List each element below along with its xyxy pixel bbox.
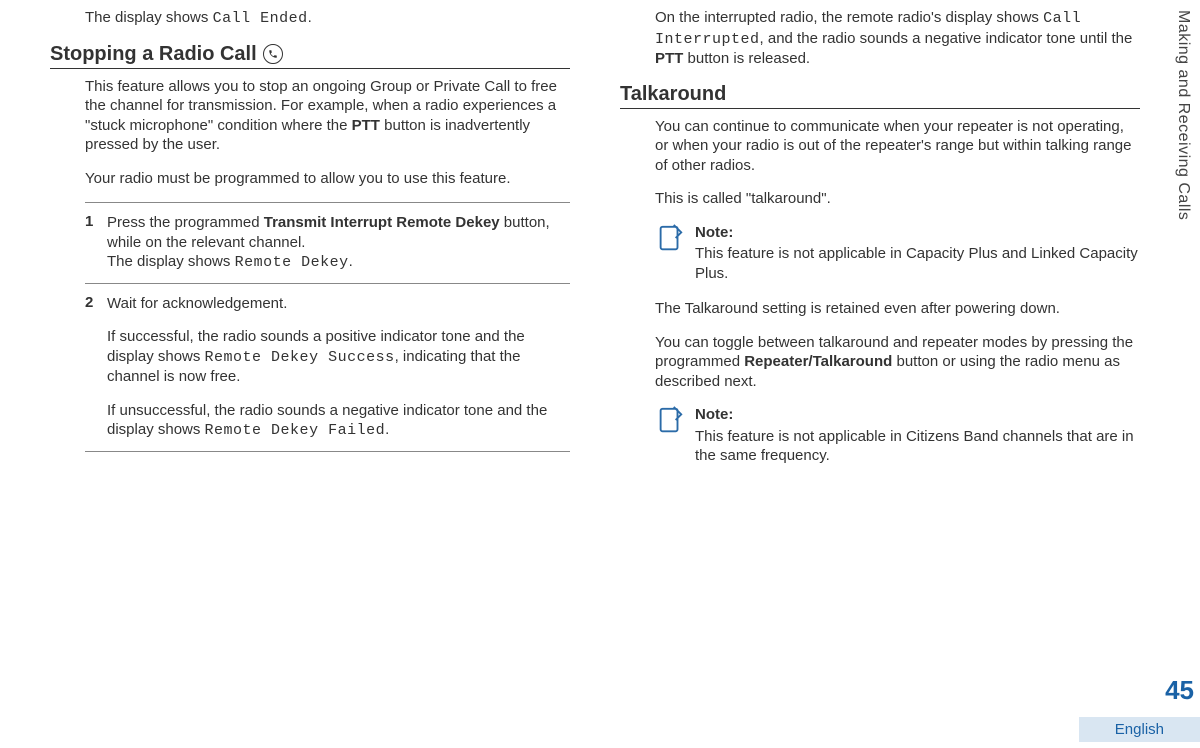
stop-para-1: This feature allows you to stop an ongoi… <box>50 77 570 155</box>
talkaround-para-3: The Talkaround setting is retained even … <box>620 299 1140 319</box>
display-call-ended: The display shows Call Ended. <box>50 8 570 29</box>
right-column: On the interrupted radio, the remote rad… <box>590 0 1160 748</box>
note-text: This feature is not applicable in Citize… <box>695 427 1140 466</box>
note-body: Note: This feature is not applicable in … <box>695 223 1140 286</box>
steps-list: 1 Press the programmed Transmit Interrup… <box>85 202 570 452</box>
stop-para-2: Your radio must be programmed to allow y… <box>50 169 570 189</box>
text: . <box>385 421 389 438</box>
side-tab-label: Making and Receiving Calls <box>1174 10 1192 220</box>
note-2: Note: This feature is not applicable in … <box>655 405 1140 468</box>
text: , and the radio sounds a negative indica… <box>760 30 1133 47</box>
note-label: Note: <box>695 405 1140 425</box>
text: . <box>308 9 312 26</box>
step-body: Wait for acknowledgement. If successful,… <box>107 294 570 441</box>
note-body: Note: This feature is not applicable in … <box>695 405 1140 468</box>
step-1: 1 Press the programmed Transmit Interrup… <box>85 202 570 283</box>
step-2-success: If successful, the radio sounds a positi… <box>107 327 570 387</box>
note-1: Note: This feature is not applicable in … <box>655 223 1140 286</box>
phone-icon <box>263 44 283 64</box>
bold-transmit-interrupt: Transmit Interrupt Remote Dekey <box>264 214 500 231</box>
step-2: 2 Wait for acknowledgement. If successfu… <box>85 283 570 452</box>
step-1-text: Press the programmed Transmit Interrupt … <box>107 213 570 273</box>
interrupted-radio-para: On the interrupted radio, the remote rad… <box>620 8 1140 69</box>
code-call-ended: Call Ended <box>213 10 308 27</box>
step-2-fail: If unsuccessful, the radio sounds a nega… <box>107 401 570 441</box>
step-number: 2 <box>85 294 107 441</box>
text: The display shows <box>85 9 213 26</box>
code-remote-dekey: Remote Dekey <box>235 254 349 271</box>
step-body: Press the programmed Transmit Interrupt … <box>107 213 570 273</box>
text: On the interrupted radio, the remote rad… <box>655 9 1043 26</box>
text: The display shows <box>107 253 235 270</box>
step-2-lead: Wait for acknowledgement. <box>107 294 570 314</box>
step-number: 1 <box>85 213 107 273</box>
heading-talkaround: Talkaround <box>620 83 1140 109</box>
note-icon <box>655 405 685 435</box>
note-text: This feature is not applicable in Capaci… <box>695 244 1140 283</box>
heading-text: Talkaround <box>620 83 726 106</box>
text: Press the programmed <box>107 214 264 231</box>
heading-stopping-radio-call: Stopping a Radio Call <box>50 43 570 69</box>
left-column: The display shows Call Ended. Stopping a… <box>40 0 590 748</box>
note-icon <box>655 223 685 253</box>
talkaround-para-1: You can continue to communicate when you… <box>620 117 1140 176</box>
code-remote-dekey-failed: Remote Dekey Failed <box>205 422 386 439</box>
bold-ptt: PTT <box>352 117 380 134</box>
note-label: Note: <box>695 223 1140 243</box>
talkaround-para-2: This is called "talkaround". <box>620 189 1140 209</box>
talkaround-para-4: You can toggle between talkaround and re… <box>620 333 1140 392</box>
heading-text: Stopping a Radio Call <box>50 43 257 66</box>
bold-repeater-talkaround: Repeater/Talkaround <box>744 353 892 370</box>
language-tab: English <box>1079 717 1200 742</box>
page-content: The display shows Call Ended. Stopping a… <box>0 0 1200 748</box>
text: . <box>349 253 353 270</box>
code-remote-dekey-success: Remote Dekey Success <box>205 349 395 366</box>
page-number: 45 <box>1165 675 1194 706</box>
text: button is released. <box>683 50 810 67</box>
bold-ptt: PTT <box>655 50 683 67</box>
